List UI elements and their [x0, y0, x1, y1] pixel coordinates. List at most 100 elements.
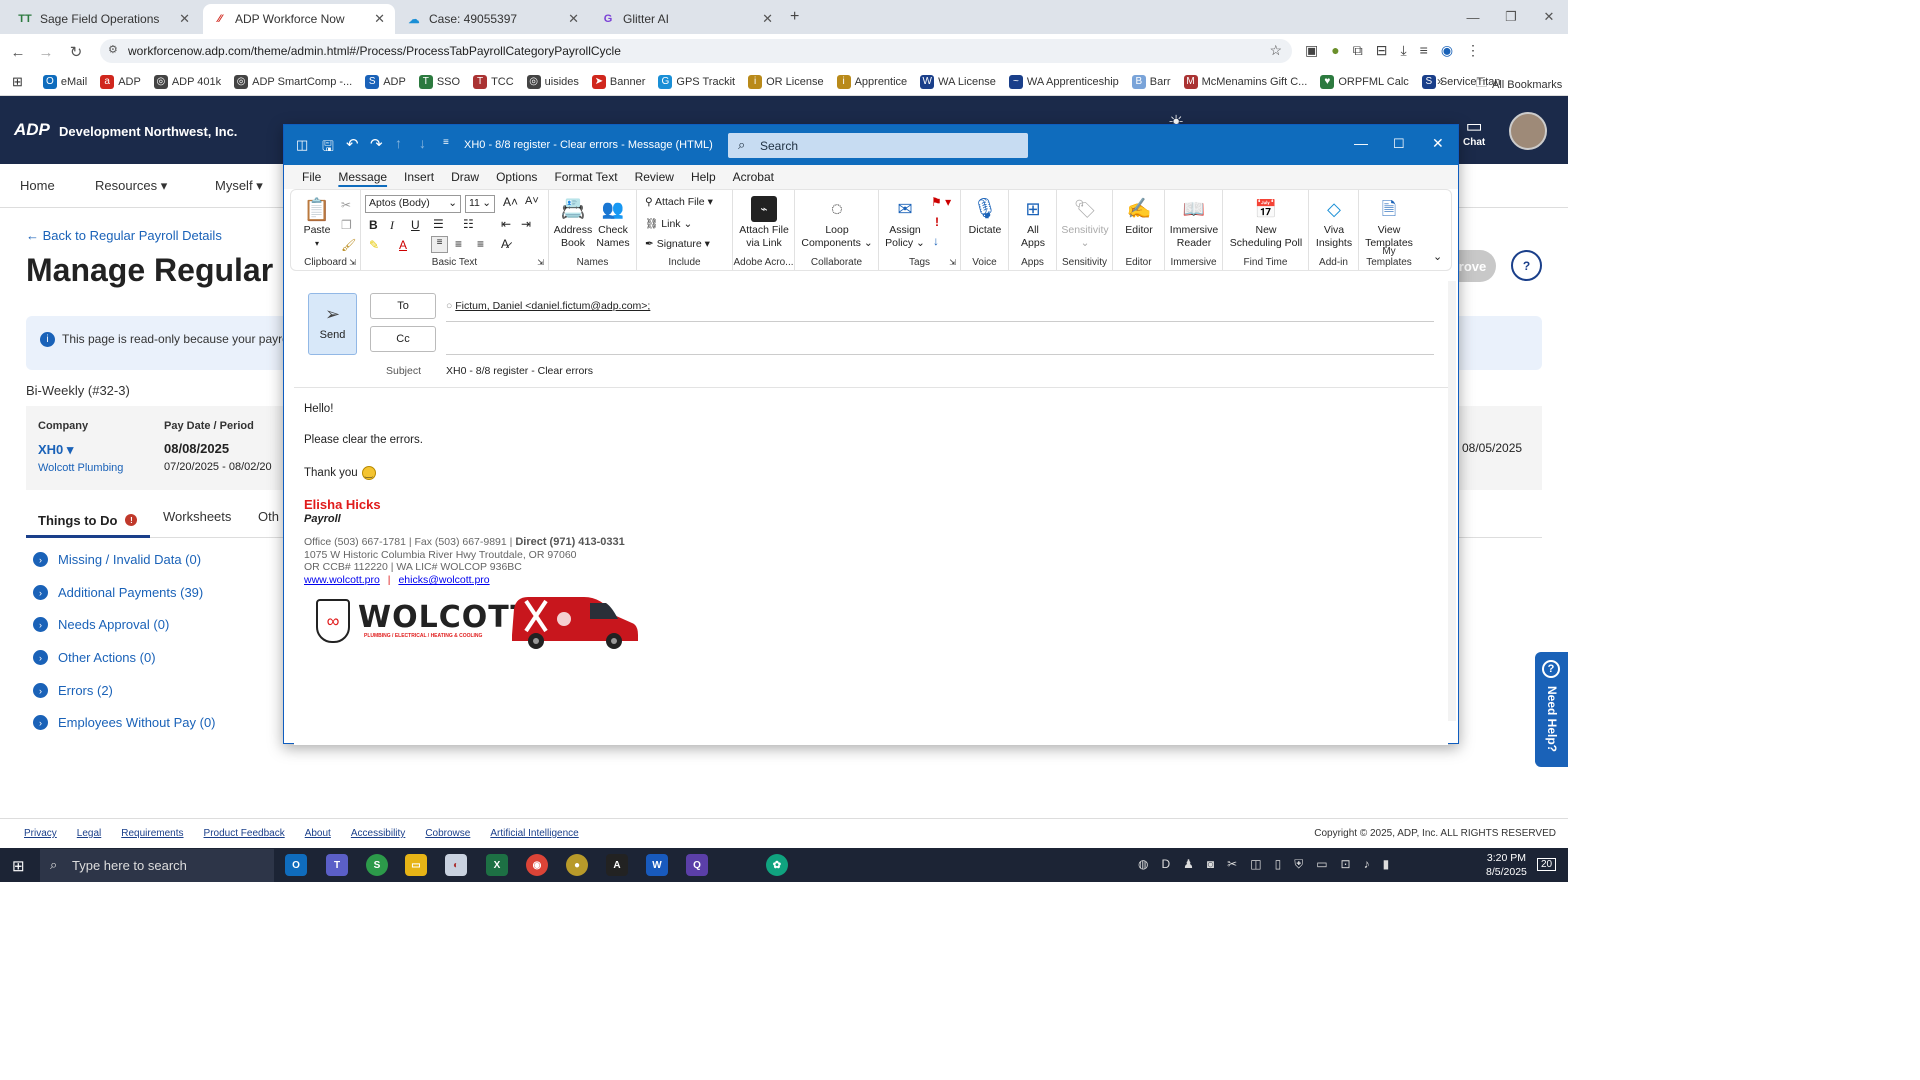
- taskbar-search[interactable]: ⌕ Type here to search: [40, 849, 274, 882]
- teams-tray-icon[interactable]: ♟: [1183, 857, 1194, 872]
- email-link[interactable]: ehicks@wolcott.pro: [398, 574, 489, 586]
- align-center-icon[interactable]: ≡: [455, 237, 462, 251]
- bookmark-sso[interactable]: T SSO: [418, 74, 460, 89]
- bookmark-tcc[interactable]: T TCC: [473, 74, 514, 89]
- bookmark-uisides[interactable]: ◎ uisides: [526, 74, 579, 89]
- tab-things-to-do[interactable]: Things to Do !: [26, 505, 150, 538]
- scrollbar[interactable]: [1448, 281, 1456, 721]
- minimize-icon[interactable]: —: [1354, 135, 1368, 151]
- company-selector[interactable]: XH0 ▾: [38, 442, 73, 458]
- undo-icon[interactable]: ↶: [346, 135, 359, 153]
- tray-icon[interactable]: D: [1161, 857, 1170, 872]
- footer-legal[interactable]: Legal: [77, 828, 101, 839]
- attach-via-link-button[interactable]: ⌁ Attach File via Link: [735, 196, 793, 250]
- body-line[interactable]: Thank you ‿: [304, 466, 376, 480]
- help-icon[interactable]: ?: [1511, 250, 1542, 281]
- address-book-button[interactable]: 📇 Address Book: [553, 196, 593, 250]
- tab-case[interactable]: ☁ Case: 49055397 ✕: [397, 4, 589, 34]
- font-size-select[interactable]: 11 ⌄: [465, 195, 495, 213]
- site-info-icon[interactable]: ⚙: [108, 43, 118, 56]
- check-names-button[interactable]: 👥 Check Names: [593, 196, 633, 250]
- todo-errors[interactable]: › Errors (2): [33, 683, 113, 698]
- bookmark-waappr[interactable]: ~ WA Apprenticeship: [1008, 74, 1119, 89]
- app-icon[interactable]: ●: [566, 854, 588, 876]
- grow-font-icon[interactable]: A˄: [503, 195, 518, 209]
- customize-icon[interactable]: ≡: [443, 137, 449, 148]
- website-link[interactable]: www.wolcott.pro: [304, 574, 380, 586]
- recipient[interactable]: Fictum, Daniel <daniel.fictum@adp.com>;: [455, 300, 650, 312]
- back-arrow-icon[interactable]: ←: [8, 42, 28, 62]
- align-left-icon[interactable]: ≡: [431, 236, 448, 253]
- arrow-down-icon[interactable]: ↓: [419, 135, 426, 151]
- tab-adp[interactable]: ⁄⁄ ADP Workforce Now ✕: [203, 4, 395, 34]
- align-right-icon[interactable]: ≡: [477, 237, 484, 251]
- menu-dots-icon[interactable]: ⋮: [1466, 42, 1480, 59]
- increase-indent-icon[interactable]: ⇥: [521, 217, 531, 231]
- clock[interactable]: 3:20 PM 8/5/2025: [1486, 851, 1527, 879]
- dictate-button[interactable]: 🎙 Dictate: [963, 196, 1007, 237]
- save-icon[interactable]: 🖫: [322, 136, 334, 160]
- bookmark-walicense[interactable]: W WA License: [920, 74, 996, 89]
- viva-insights-button[interactable]: ◇ Viva Insights: [1311, 196, 1357, 250]
- bookmark-banner[interactable]: ➤ Banner: [591, 74, 645, 89]
- menu-message[interactable]: Message: [338, 170, 387, 184]
- restore-icon[interactable]: ❐: [1491, 6, 1531, 28]
- tab-worksheets[interactable]: Worksheets: [163, 509, 231, 524]
- profile-icon[interactable]: ◉: [1441, 42, 1453, 59]
- bookmark-orpfml[interactable]: ♥ ORPFML Calc: [1320, 74, 1409, 89]
- tab-search-icon[interactable]: ⊟: [1376, 42, 1388, 59]
- file-explorer-icon[interactable]: ▭: [405, 854, 427, 876]
- search-box[interactable]: ⌕ Search: [728, 133, 1028, 158]
- high-importance-icon[interactable]: !: [935, 215, 939, 229]
- close-icon[interactable]: ✕: [179, 11, 190, 27]
- menu-acrobat[interactable]: Acrobat: [733, 170, 774, 184]
- notifications-icon[interactable]: 20: [1537, 858, 1557, 871]
- loop-components-button[interactable]: ◌ Loop Components ⌄: [799, 196, 875, 250]
- sage-icon[interactable]: S: [366, 854, 388, 876]
- more-bookmarks-icon[interactable]: »: [1437, 74, 1444, 88]
- footer-cobrowse[interactable]: Cobrowse: [425, 828, 470, 839]
- to-field[interactable]: ○ Fictum, Daniel <daniel.fictum@adp.com>…: [446, 300, 1434, 322]
- media-icon[interactable]: ≡: [1420, 42, 1428, 59]
- bookmark-mcmenamins[interactable]: M McMenamins Gift C...: [1183, 74, 1307, 89]
- attach-file-button[interactable]: ⚲ Attach File ▾: [645, 196, 713, 208]
- dialog-launcher-icon[interactable]: ⇲: [949, 258, 956, 267]
- download-icon[interactable]: ⤓: [1400, 42, 1406, 59]
- avatar[interactable]: [1509, 112, 1547, 150]
- all-bookmarks[interactable]: 🗀 All Bookmarks: [1476, 75, 1562, 94]
- tray-icon[interactable]: ◙: [1207, 857, 1214, 872]
- immersive-reader-button[interactable]: 📖 Immersive Reader: [1167, 196, 1221, 250]
- url-bar[interactable]: ⚙ workforcenow.adp.com/theme/admin.html#…: [100, 39, 1292, 63]
- underline-icon[interactable]: U: [411, 218, 420, 232]
- chat-button[interactable]: ▭ Chat: [1463, 116, 1485, 148]
- footer-privacy[interactable]: Privacy: [24, 828, 57, 839]
- cc-field[interactable]: [446, 333, 1434, 355]
- bookmark-star-icon[interactable]: ☆: [1269, 42, 1282, 59]
- extension-icon[interactable]: ●: [1331, 42, 1339, 59]
- todo-without-pay[interactable]: › Employees Without Pay (0): [33, 715, 216, 730]
- redo-icon[interactable]: ↷: [370, 135, 383, 153]
- menu-draw[interactable]: Draw: [451, 170, 479, 184]
- tray-icon[interactable]: ◍: [1138, 857, 1148, 872]
- nav-myself[interactable]: Myself ▾: [215, 178, 263, 194]
- tab-other[interactable]: Oth: [258, 509, 279, 524]
- bookmark-apprentice[interactable]: i Apprentice: [836, 74, 907, 89]
- bold-icon[interactable]: B: [369, 218, 378, 232]
- bookmark-email[interactable]: OeMail: [42, 74, 87, 89]
- bookmark-orlicense[interactable]: i OR License: [748, 74, 824, 89]
- cut-icon[interactable]: ✂: [341, 198, 351, 212]
- to-button[interactable]: To: [370, 293, 436, 319]
- todo-approval[interactable]: › Needs Approval (0): [33, 617, 169, 632]
- outlook-icon[interactable]: O: [285, 854, 307, 876]
- bookmark-barr[interactable]: B Barr: [1131, 74, 1171, 89]
- bullets-icon[interactable]: ☰: [433, 217, 444, 231]
- app-icon[interactable]: ◐: [445, 854, 467, 876]
- low-importance-icon[interactable]: ↓: [933, 234, 939, 248]
- close-icon[interactable]: ✕: [1432, 135, 1444, 152]
- network-icon[interactable]: ⊡: [1341, 857, 1351, 872]
- acrobat-icon[interactable]: A: [606, 854, 628, 876]
- windows-start-icon[interactable]: ⊞: [12, 857, 25, 875]
- font-select[interactable]: Aptos (Body) ⌄: [365, 195, 461, 213]
- menu-format-text[interactable]: Format Text: [554, 170, 617, 184]
- chrome-icon[interactable]: ◉: [526, 854, 548, 876]
